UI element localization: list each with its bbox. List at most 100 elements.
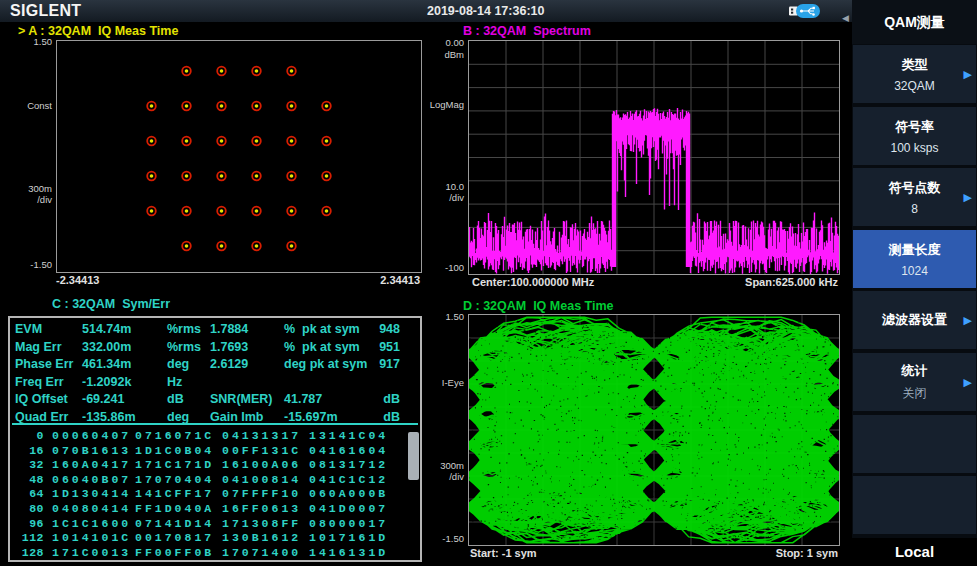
menu-button-statistics[interactable]: 统计关闭▶ bbox=[853, 353, 976, 411]
hex-group: 160A0417 bbox=[52, 458, 131, 471]
error-table-row: IQ Offset-69.241dBSNR(MER)41.787dB bbox=[10, 392, 420, 409]
hex-group: 1C1C1600 bbox=[52, 517, 131, 530]
error-table-cell: deg bbox=[167, 357, 189, 371]
error-table-cell: dB bbox=[167, 392, 184, 406]
hex-group: 1416131D bbox=[309, 546, 388, 559]
datetime-display: 2019-08-14 17:36:10 bbox=[427, 4, 544, 18]
hex-group: 16100A06 bbox=[222, 458, 301, 471]
submenu-arrow-icon: ▶ bbox=[964, 191, 972, 204]
hex-row-index: 112 bbox=[12, 531, 44, 544]
panel-c-symerr-box: EVM514.74m%rms1.7884% pk at sym948Mag Er… bbox=[8, 316, 422, 562]
hex-group: 070B1613 bbox=[52, 444, 131, 457]
error-table-row: Mag Err332.00m%rms1.7693% pk at sym951 bbox=[10, 340, 420, 357]
menu-button-empty-1 bbox=[853, 415, 976, 473]
hex-group: 04131317 bbox=[222, 429, 301, 442]
error-table-cell: 461.34m bbox=[82, 357, 131, 371]
panel-b-span: Span:625.000 kHz bbox=[700, 276, 838, 288]
hex-row: 128171C0013FF00FF0B170714001416131D bbox=[10, 546, 420, 560]
hex-group: 060A000B bbox=[309, 487, 388, 500]
hex-group: 13141C04 bbox=[309, 429, 388, 442]
hex-group: 08000017 bbox=[309, 517, 388, 530]
hex-group: 1017161D bbox=[309, 531, 388, 544]
error-table-cell: SNR(MER) bbox=[210, 392, 273, 406]
error-table-cell: EVM bbox=[15, 322, 42, 336]
error-table-cell: 2.6129 bbox=[210, 357, 248, 371]
panel-b-div-label: 10.0 bbox=[424, 181, 464, 192]
error-table-cell: Mag Err bbox=[15, 340, 62, 354]
hex-row: 4806040B071707040404100814041C1C12 bbox=[10, 473, 420, 487]
error-table-cell: IQ Offset bbox=[15, 392, 68, 406]
error-table-cell: deg bbox=[167, 410, 189, 424]
menu-button-meas-length[interactable]: 测量长度1024 bbox=[853, 230, 976, 288]
panel-d-div-label: 300m bbox=[424, 460, 464, 471]
hex-row: 112 1014101C 00170817 130B1612 1017161D bbox=[10, 531, 420, 545]
menu-button-type[interactable]: 类型 32QAM ▶ bbox=[853, 45, 976, 103]
menu-button-filter-settings[interactable]: 滤波器设置▶ bbox=[853, 291, 976, 349]
error-table-cell: 1.7693 bbox=[210, 340, 248, 354]
hex-row-index: 96 bbox=[12, 517, 44, 530]
panel-b-scale-type: LogMag bbox=[424, 99, 464, 110]
menu-button-value: 32QAM bbox=[894, 79, 935, 93]
panel-a-constellation-plot bbox=[56, 40, 422, 273]
panel-d-trace-type: I-Eye bbox=[424, 377, 464, 388]
submenu-arrow-icon: ▶ bbox=[964, 68, 972, 81]
error-table-row: Freq Err-1.2092kHz bbox=[10, 375, 420, 392]
error-table-cell: 951 bbox=[379, 340, 400, 354]
panel-d-eye-plot bbox=[468, 314, 840, 546]
hex-group: 041C1C12 bbox=[309, 473, 388, 486]
collapse-menu-arrow[interactable]: ◀ bbox=[842, 13, 849, 23]
error-table-cell: %rms bbox=[167, 340, 201, 354]
menu-button-value: 关闭 bbox=[903, 385, 927, 402]
hex-group: 130B1612 bbox=[222, 531, 301, 544]
panel-d-ref-top: 1.50 bbox=[424, 311, 464, 322]
menu-button-label: 统计 bbox=[902, 362, 928, 380]
panel-b-spectrum-plot bbox=[468, 40, 840, 275]
error-table-cell: dB bbox=[383, 410, 400, 424]
error-table-cell: Freq Err bbox=[15, 375, 64, 389]
hex-group: 04080414 bbox=[52, 502, 131, 515]
panel-a-div-unit: /div bbox=[12, 194, 52, 205]
hex-group: 04100814 bbox=[222, 473, 301, 486]
panel-b-floor-level: -100 bbox=[424, 262, 464, 273]
hex-group: 1014101C bbox=[52, 531, 131, 544]
error-table-cell: -15.697m bbox=[284, 410, 338, 424]
panel-d-stop-label: Stop: 1 sym bbox=[720, 547, 838, 559]
hex-row-index: 64 bbox=[12, 487, 44, 500]
top-bar: SIGLENT 2019-08-14 17:36:10 bbox=[0, 0, 852, 22]
local-button[interactable]: Local bbox=[852, 538, 977, 566]
error-table-cell: Gain Imb bbox=[210, 410, 263, 424]
menu-button-label: 类型 bbox=[902, 56, 928, 74]
menu-button-value: 100 ksps bbox=[890, 141, 938, 155]
brand-logo: SIGLENT bbox=[10, 2, 81, 20]
menu-button-symbol-points[interactable]: 符号点数8▶ bbox=[853, 168, 976, 226]
menu-button-symbol-rate[interactable]: 符号率100 ksps bbox=[853, 107, 976, 165]
menu-button-label: 滤波器设置 bbox=[882, 311, 947, 329]
hex-group: FF00FF0B bbox=[135, 546, 214, 559]
error-table-cell: % pk at sym bbox=[284, 322, 360, 336]
panel-d-start-label: Start: -1 sym bbox=[470, 547, 537, 559]
hex-row-index: 128 bbox=[12, 546, 44, 559]
error-table-cell: Hz bbox=[167, 375, 182, 389]
hex-group: 06040B07 bbox=[52, 473, 131, 486]
hex-group: 1D130414 bbox=[52, 487, 131, 500]
hex-group: 171C171D bbox=[135, 458, 214, 471]
error-table-cell: Quad Err bbox=[15, 410, 69, 424]
error-table-cell: -69.241 bbox=[82, 392, 124, 406]
hex-group: 00060407 bbox=[52, 429, 131, 442]
panel-a-trace-type: Const bbox=[12, 100, 52, 111]
scrollbar-thumb[interactable] bbox=[408, 432, 419, 480]
hex-row-index: 48 bbox=[12, 473, 44, 486]
menu-button-value: 1024 bbox=[901, 264, 928, 278]
panel-d-div-unit: /div bbox=[424, 471, 464, 482]
hex-row-index: 0 bbox=[12, 429, 44, 442]
panel-a-ref-bottom: -1.50 bbox=[12, 259, 52, 270]
error-table-cell: % pk at sym bbox=[284, 340, 360, 354]
error-table-cell: %rms bbox=[167, 322, 201, 336]
hex-group: 08131712 bbox=[309, 458, 388, 471]
panel-b-center-freq: Center:100.000000 MHz bbox=[472, 276, 594, 288]
hex-group: 00170817 bbox=[135, 531, 214, 544]
panel-a-div-label: 300m bbox=[12, 183, 52, 194]
hex-row: 0000604070716071C0413131713141C04 bbox=[10, 429, 420, 443]
hex-row: 641D130414141CFF1707FFFF10060A000B bbox=[10, 487, 420, 501]
error-table-row: Phase Err461.34mdeg2.6129deg pk at sym91… bbox=[10, 357, 420, 374]
